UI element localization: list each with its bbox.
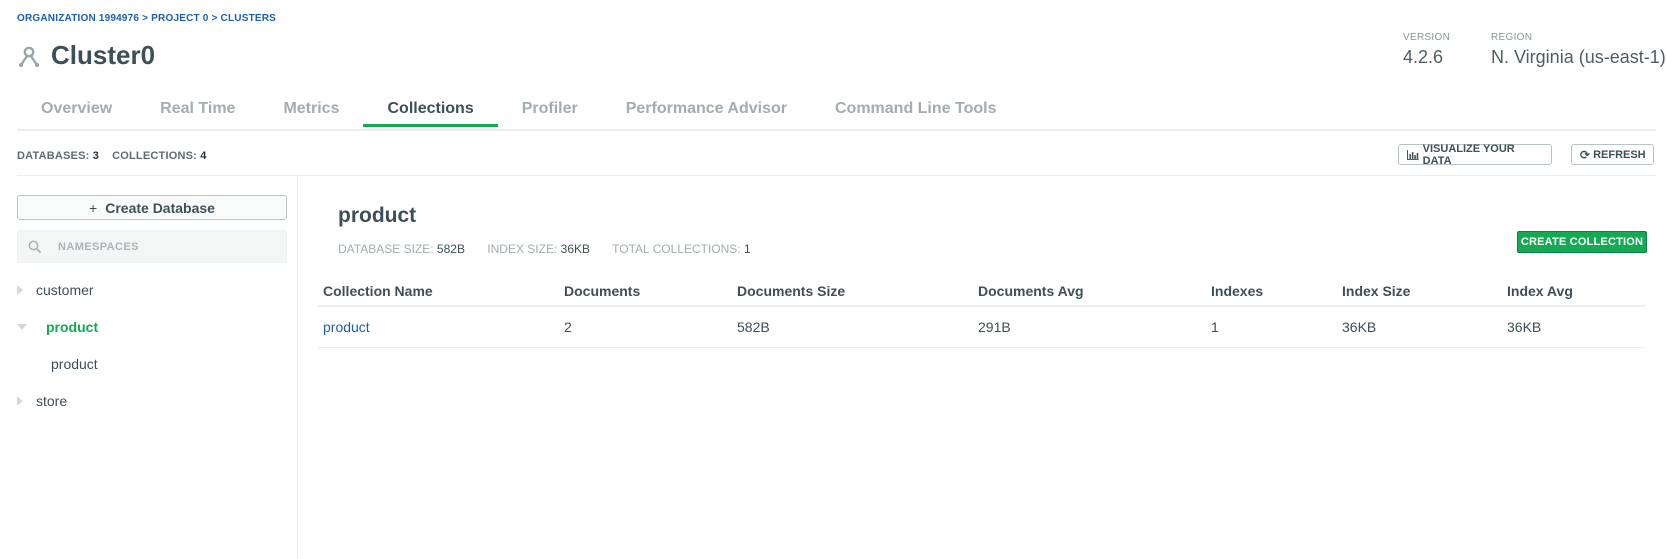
- tab-command-line-tools[interactable]: Command Line Tools: [811, 96, 1020, 127]
- table-row: product 2 582B 291B 1 36KB 36KB: [318, 306, 1645, 348]
- region-info: REGION N. Virginia (us-east-1): [1491, 32, 1666, 68]
- namespace-search-input[interactable]: [56, 239, 260, 254]
- refresh-button[interactable]: ⟳ REFRESH: [1571, 144, 1654, 165]
- version-value: 4.2.6: [1403, 47, 1444, 67]
- version-info: VERSION 4.2.6: [1403, 32, 1450, 68]
- refresh-label: REFRESH: [1593, 148, 1646, 161]
- database-size-label: DATABASE SIZE:: [338, 242, 434, 256]
- plus-icon: +: [89, 199, 98, 216]
- tab-bar: Overview Real Time Metrics Collections P…: [17, 96, 1656, 131]
- create-collection-button[interactable]: CREATE COLLECTION: [1517, 231, 1647, 253]
- collections-count: 4: [200, 150, 207, 162]
- sidebar-item-product[interactable]: product: [17, 319, 98, 335]
- table-cell: 36KB: [1337, 306, 1502, 348]
- column-header[interactable]: Index Size: [1337, 277, 1502, 307]
- sidebar-item-label: product: [46, 319, 99, 335]
- table-cell: 2: [559, 306, 732, 348]
- database-size-value: 582B: [436, 242, 465, 256]
- visualize-data-button[interactable]: VISUALIZE YOUR DATA: [1398, 142, 1552, 167]
- table-header-row: Collection Name Documents Documents Size…: [318, 277, 1645, 307]
- tab-profiler[interactable]: Profiler: [498, 96, 602, 127]
- tab-metrics[interactable]: Metrics: [259, 96, 363, 127]
- table-cell: 291B: [973, 306, 1206, 348]
- cluster-icon: [19, 46, 39, 67]
- column-header[interactable]: Documents: [559, 277, 732, 307]
- region-label: REGION: [1491, 32, 1533, 43]
- create-database-button[interactable]: + Create Database: [17, 195, 287, 220]
- sidebar-item-product-collection[interactable]: product: [51, 356, 98, 372]
- create-database-label: Create Database: [105, 199, 215, 216]
- total-collections-value: 1: [743, 242, 751, 256]
- chevron-right-icon: [17, 396, 23, 406]
- column-header[interactable]: Documents Size: [732, 277, 973, 307]
- search-icon: [28, 240, 42, 253]
- tab-overview[interactable]: Overview: [17, 96, 136, 127]
- table-cell: 582B: [732, 306, 973, 348]
- sidebar-item-customer[interactable]: customer: [17, 282, 94, 298]
- total-collections-label: TOTAL COLLECTIONS:: [612, 242, 741, 256]
- table-cell: 36KB: [1502, 306, 1645, 348]
- column-header[interactable]: Index Avg: [1502, 277, 1645, 307]
- databases-count: 3: [92, 150, 100, 162]
- column-header[interactable]: Indexes: [1206, 277, 1337, 307]
- sidebar-item-label: store: [36, 393, 68, 409]
- breadcrumb[interactable]: ORGANIZATION 1994976 > PROJECT 0 > CLUST…: [17, 13, 276, 24]
- cluster-header: Cluster0: [17, 40, 155, 71]
- refresh-icon: ⟳: [1580, 147, 1591, 162]
- table-cell: 1: [1206, 306, 1337, 348]
- sidebar-item-label: customer: [36, 282, 94, 298]
- column-header[interactable]: Collection Name: [318, 277, 559, 307]
- sidebar-divider: [297, 176, 298, 559]
- chevron-down-icon: [17, 324, 27, 330]
- collection-link[interactable]: product: [323, 319, 370, 335]
- namespace-search: [17, 230, 287, 263]
- sidebar-item-store[interactable]: store: [17, 393, 67, 409]
- index-size-label: INDEX SIZE:: [487, 242, 558, 256]
- region-value: N. Virginia (us-east-1): [1491, 47, 1666, 67]
- database-stats: DATABASE SIZE: 582B INDEX SIZE: 36KB TOT…: [338, 242, 770, 256]
- chevron-right-icon: [17, 285, 23, 295]
- collections-label: COLLECTIONS:: [112, 150, 198, 162]
- divider: [17, 175, 1656, 176]
- tab-performance-advisor[interactable]: Performance Advisor: [602, 96, 811, 127]
- version-label: VERSION: [1403, 32, 1451, 43]
- visualize-data-label: VISUALIZE YOUR DATA: [1422, 142, 1515, 167]
- tab-collections[interactable]: Collections: [363, 96, 498, 127]
- tab-real-time[interactable]: Real Time: [136, 96, 259, 127]
- index-size-value: 36KB: [560, 242, 591, 256]
- page-title: Cluster0: [51, 40, 156, 70]
- collections-table: Collection Name Documents Documents Size…: [318, 277, 1645, 348]
- collection-name-cell[interactable]: product: [318, 306, 559, 348]
- bar-chart-icon: [1407, 149, 1419, 160]
- databases-label: DATABASES:: [17, 150, 90, 162]
- namespace-stats: DATABASES: 3 COLLECTIONS: 4: [17, 150, 207, 162]
- column-header[interactable]: Documents Avg: [973, 277, 1206, 307]
- database-title: product: [338, 204, 417, 227]
- sidebar-item-label: product: [51, 356, 98, 372]
